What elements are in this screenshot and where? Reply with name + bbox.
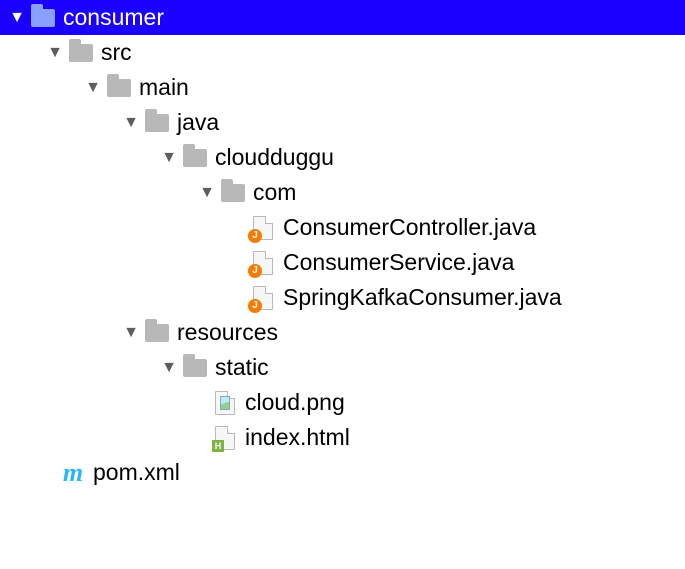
image-file-icon [212,390,238,416]
folder-icon [68,40,94,66]
folder-icon [220,180,246,206]
tree-item-label: resources [177,321,278,344]
tree-item-label: consumer [63,6,164,29]
tree-item-label: static [215,356,269,379]
java-file-icon: J [250,215,276,241]
folder-icon [144,320,170,346]
folder-com[interactable]: ▼ com [0,175,685,210]
folder-static[interactable]: ▼ static [0,350,685,385]
tree-item-label: src [101,41,132,64]
folder-consumer[interactable]: ▼ consumer [0,0,685,35]
expand-arrow-down-icon[interactable]: ▼ [160,359,178,377]
folder-icon [144,110,170,136]
tree-item-label: com [253,181,296,204]
tree-item-label: ConsumerController.java [283,216,536,239]
folder-icon [182,145,208,171]
folder-icon [30,5,56,31]
folder-java[interactable]: ▼ java [0,105,685,140]
expand-arrow-down-icon[interactable]: ▼ [198,184,216,202]
expand-arrow-down-icon[interactable]: ▼ [122,114,140,132]
expand-arrow-down-icon[interactable]: ▼ [122,324,140,342]
tree-item-label: cloudduggu [215,146,334,169]
tree-item-label: ConsumerService.java [283,251,514,274]
tree-item-label: java [177,111,219,134]
expand-arrow-down-icon[interactable]: ▼ [160,149,178,167]
tree-item-label: pom.xml [93,461,180,484]
tree-item-label: index.html [245,426,350,449]
tree-item-label: main [139,76,189,99]
folder-icon [182,355,208,381]
file-cloud-png[interactable]: cloud.png [0,385,685,420]
maven-file-icon: m [60,460,86,486]
file-consumerservice-java[interactable]: J ConsumerService.java [0,245,685,280]
folder-main[interactable]: ▼ main [0,70,685,105]
java-file-icon: J [250,285,276,311]
expand-arrow-down-icon[interactable]: ▼ [46,44,64,62]
file-consumercontroller-java[interactable]: J ConsumerController.java [0,210,685,245]
folder-cloudduggu[interactable]: ▼ cloudduggu [0,140,685,175]
tree-item-label: cloud.png [245,391,345,414]
java-file-icon: J [250,250,276,276]
expand-arrow-down-icon[interactable]: ▼ [84,79,102,97]
tree-item-label: SpringKafkaConsumer.java [283,286,562,309]
folder-resources[interactable]: ▼ resources [0,315,685,350]
file-springkafkaconsumer-java[interactable]: J SpringKafkaConsumer.java [0,280,685,315]
file-index-html[interactable]: Hindex.html [0,420,685,455]
html-file-icon: H [212,425,238,451]
folder-icon [106,75,132,101]
expand-arrow-down-icon[interactable]: ▼ [8,9,26,27]
folder-src[interactable]: ▼ src [0,35,685,70]
project-tree[interactable]: ▼consumer▼src▼main▼java▼cloudduggu▼comJC… [0,0,685,490]
file-pom-xml[interactable]: m pom.xml [0,455,685,490]
